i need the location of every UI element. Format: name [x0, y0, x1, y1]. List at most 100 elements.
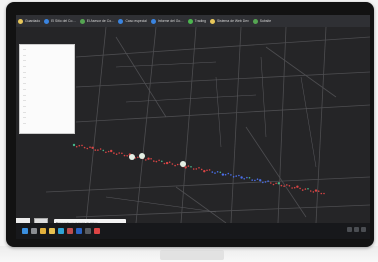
- track-point: [307, 188, 309, 190]
- windows-taskbar: [16, 223, 370, 239]
- laptop-hinge: [160, 250, 224, 260]
- bookmark-item[interactable]: Sistema de Web Dev: [210, 18, 249, 24]
- legend-row[interactable]: —: [23, 121, 71, 126]
- track-point: [137, 156, 139, 159]
- legend-row[interactable]: —: [23, 110, 71, 115]
- tray-icon[interactable]: [347, 227, 352, 232]
- legend-row[interactable]: —: [23, 65, 71, 69]
- track-point: [277, 182, 280, 185]
- track-marker[interactable]: [129, 154, 135, 160]
- track-point: [254, 179, 256, 182]
- legend-row[interactable]: —: [23, 59, 71, 63]
- bookmark-label: El Asesor de Co…: [86, 19, 115, 23]
- track-point: [251, 179, 253, 181]
- track-point: [264, 181, 267, 183]
- app-icon[interactable]: [94, 228, 100, 234]
- app-icon[interactable]: [85, 228, 91, 234]
- tray-icon[interactable]: [354, 227, 359, 232]
- legend-row[interactable]: —: [23, 116, 71, 120]
- bookmark-item[interactable]: El Asesor de Co…: [79, 18, 115, 24]
- word-icon[interactable]: [76, 228, 82, 234]
- legend-row[interactable]: —: [23, 87, 71, 92]
- track-point: [232, 176, 235, 178]
- track-marker[interactable]: [139, 153, 145, 159]
- track-point: [190, 166, 192, 168]
- bookmark-label: Guardado: [25, 19, 41, 23]
- bookmark-label: Subsite: [259, 19, 272, 23]
- legend-row[interactable]: —: [23, 99, 71, 103]
- legend-row[interactable]: —: [23, 104, 71, 109]
- track-point: [272, 183, 275, 186]
- desk-surface: [0, 246, 378, 262]
- app-icon[interactable]: [67, 228, 73, 234]
- track-point: [275, 182, 277, 185]
- track-point: [288, 185, 291, 187]
- track-point: [150, 158, 152, 160]
- track-point: [99, 148, 102, 150]
- track-point: [238, 174, 240, 177]
- track-point: [89, 146, 91, 148]
- site-icon: [44, 18, 50, 24]
- track-point: [184, 166, 187, 169]
- track-point: [246, 176, 248, 179]
- track-point: [72, 143, 76, 147]
- track-point: [230, 174, 232, 176]
- track-point: [314, 189, 318, 192]
- track-point: [206, 169, 208, 172]
- track-point: [126, 155, 128, 157]
- track-point: [176, 163, 179, 166]
- map-canvas[interactable]: —————————————— Búsqueda en el mapa de Az…: [16, 27, 370, 228]
- site-icon: [118, 18, 124, 24]
- track-point: [165, 161, 169, 165]
- legend-row[interactable]: —: [23, 47, 71, 52]
- track-point: [200, 168, 203, 171]
- legend-row[interactable]: —: [23, 76, 71, 80]
- legend-row[interactable]: —: [23, 70, 71, 75]
- track-point: [163, 162, 166, 165]
- track-point: [174, 164, 176, 167]
- bookmark-item[interactable]: Subsite: [252, 18, 272, 24]
- track-point: [211, 171, 214, 173]
- edge-icon[interactable]: [58, 228, 64, 234]
- track-point: [198, 167, 200, 169]
- bookmark-item[interactable]: Informe del Go…: [150, 18, 184, 24]
- track-point: [147, 157, 150, 160]
- bookmark-item[interactable]: El Sitio del Co…: [44, 18, 76, 24]
- track-point: [270, 182, 272, 184]
- track-point: [113, 152, 115, 154]
- file-explorer-icon[interactable]: [49, 228, 55, 234]
- track-point: [267, 180, 269, 182]
- track-point: [291, 187, 293, 189]
- bookmark-item[interactable]: Guardado: [18, 18, 41, 24]
- tray-icon[interactable]: [361, 227, 366, 232]
- track-point: [110, 149, 113, 153]
- track-point: [323, 192, 325, 195]
- legend-row[interactable]: —: [23, 82, 71, 86]
- system-tray: [347, 227, 366, 232]
- track-point: [81, 144, 83, 147]
- track-point: [121, 152, 123, 155]
- track-point: [296, 185, 299, 188]
- track-point: [208, 169, 211, 171]
- track-point: [158, 159, 160, 162]
- bookmark-item[interactable]: Caso especial: [118, 18, 147, 24]
- track-point: [280, 184, 283, 187]
- track-point: [123, 154, 126, 157]
- bookmark-icon: [18, 18, 23, 24]
- legend-row[interactable]: —: [23, 53, 71, 58]
- track-point: [94, 149, 97, 151]
- bookmark-item[interactable]: Trading: [187, 18, 206, 24]
- chrome-icon[interactable]: [40, 228, 46, 234]
- track-point: [161, 160, 163, 163]
- legend-row[interactable]: —: [23, 93, 71, 98]
- windows-start-icon[interactable]: [22, 228, 28, 234]
- track-point: [240, 176, 243, 179]
- bookmark-label: El Sitio del Co…: [51, 19, 76, 23]
- track-marker[interactable]: [180, 161, 186, 167]
- track-point: [216, 171, 219, 173]
- search-icon[interactable]: [31, 228, 37, 234]
- track-point: [256, 178, 259, 180]
- track-point: [75, 145, 78, 148]
- track-point: [304, 188, 307, 190]
- track-point: [262, 181, 264, 184]
